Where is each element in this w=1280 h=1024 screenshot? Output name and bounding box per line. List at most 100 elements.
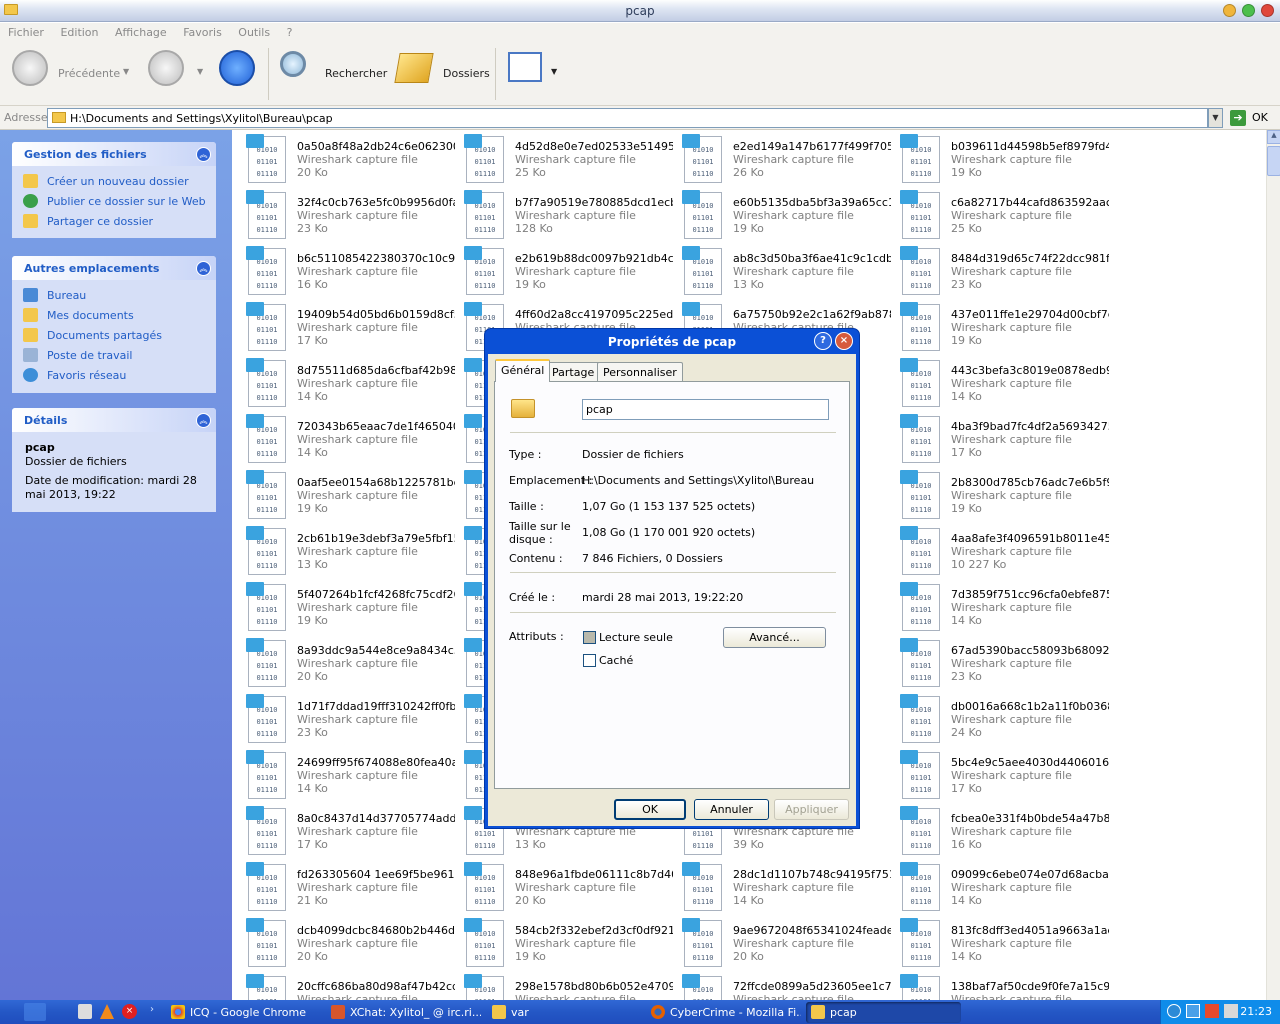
dialog-close-icon[interactable]: × xyxy=(835,332,853,350)
taskbar-item-xchat[interactable]: XChat: Xylitol_ @ irc.ri... xyxy=(326,1002,481,1023)
file-item[interactable]: 010100110101110 443c3befa3c8019e0878edb96… xyxy=(894,357,1109,409)
hidden-label[interactable]: Caché xyxy=(599,654,633,667)
search-button-label[interactable]: Rechercher xyxy=(325,67,387,80)
go-arrow-icon[interactable]: ➔ xyxy=(1230,110,1246,126)
quicklaunch-expand-icon[interactable]: › xyxy=(150,1004,154,1015)
file-item[interactable]: 01010 01101 01110 9ae9672048f65341024feadef… xyxy=(676,917,891,969)
file-item[interactable]: 01010 01101 01110 0aaf5ee0154a68b1225781bd.… xyxy=(240,469,455,521)
windows-logo-icon[interactable] xyxy=(24,1003,46,1021)
place-my-computer[interactable]: Poste de travail xyxy=(23,346,206,366)
file-item[interactable]: 010100110101110 28dc1d1107b748c94195f7518… xyxy=(676,861,891,913)
collapse-chevron-icon[interactable]: ︽ xyxy=(196,413,211,428)
file-item[interactable]: 01010 01101 01110 584cb2f332ebef2d3cf0df921… xyxy=(458,917,673,969)
file-item[interactable]: 01010 01101 01110 dcb4099dcbc84680b2b446de.… xyxy=(240,917,455,969)
file-item[interactable]: 010100110101110 e60b5135dba5bf3a39a65cc1e… xyxy=(676,189,891,241)
views-icon[interactable] xyxy=(508,52,542,82)
task-new-folder[interactable]: Créer un nouveau dossier xyxy=(23,172,206,192)
file-item[interactable]: 01010 01101 01110 720343b65eaac7de1f465040.… xyxy=(240,413,455,465)
hidden-checkbox[interactable] xyxy=(583,654,596,667)
search-icon[interactable] xyxy=(280,51,306,77)
file-item[interactable]: 01010 01101 01110 7d3859f751cc96cfa0ebfe875… xyxy=(894,581,1109,633)
readonly-checkbox[interactable] xyxy=(583,631,596,644)
file-item[interactable]: 01010 01101 01110 4ba3f9bad7fc4df2a56934275… xyxy=(894,413,1109,465)
readonly-label[interactable]: Lecture seule xyxy=(599,631,673,644)
taskbar-item-var[interactable]: var xyxy=(487,1002,642,1023)
file-item[interactable]: 010100110101110 298e1578bd80b6b052e4709e.… xyxy=(458,973,673,1000)
file-item[interactable]: 01010 01101 01110 437e011ffe1e29704d00cbf7c… xyxy=(894,301,1109,353)
close-app-icon[interactable]: × xyxy=(122,1004,137,1019)
help-icon[interactable]: ? xyxy=(814,332,832,350)
other-places-header[interactable]: Autres emplacements ︽ xyxy=(12,256,216,280)
menu-fichier[interactable]: Fichier xyxy=(8,26,44,39)
task-publish-web[interactable]: Publier ce dossier sur le Web xyxy=(23,192,206,212)
back-dropdown-icon[interactable]: ▼ xyxy=(123,67,129,76)
scroll-up-icon[interactable]: ▲ xyxy=(1267,130,1280,144)
file-item[interactable]: 010100110101110 67ad5390bacc58093b680921.… xyxy=(894,637,1109,689)
file-item[interactable]: 01010 01101 01110 8a93ddc9a544e8ce9a8434c5.… xyxy=(240,637,455,689)
file-item[interactable]: 01010 01101 01110 2cb61b19e3debf3a79e5fbf15… xyxy=(240,525,455,577)
maximize-button[interactable] xyxy=(1242,4,1255,17)
forward-arrow-icon[interactable] xyxy=(148,50,184,86)
place-shared-documents[interactable]: Documents partagés xyxy=(23,326,206,346)
file-item[interactable]: 010100110101110 ab8c3d50ba3f6ae41c9c1cdb3… xyxy=(676,245,891,297)
file-item[interactable]: 010100110101110 8a0c8437d14d37705774addc.… xyxy=(240,805,455,857)
views-dropdown-icon[interactable]: ▼ xyxy=(551,67,557,76)
file-tasks-header[interactable]: Gestion des fichiers ︽ xyxy=(12,142,216,166)
quicklaunch-app-icon[interactable] xyxy=(78,1004,92,1019)
file-item[interactable]: 01010 01101 01110 24699ff95f674088e80fea40a… xyxy=(240,749,455,801)
menu-favoris[interactable]: Favoris xyxy=(183,26,222,39)
tab-sharing[interactable]: Partage xyxy=(546,362,601,381)
tab-general[interactable]: Général xyxy=(495,359,551,382)
file-item[interactable]: 01010 01101 01110 0a50a8f48a2db24c6e062300.… xyxy=(240,133,455,185)
ok-button[interactable]: OK xyxy=(614,799,686,820)
address-dropdown-icon[interactable]: ▼ xyxy=(1208,108,1223,128)
place-network[interactable]: Favoris réseau xyxy=(23,366,206,386)
file-item[interactable]: 01010 01101 01110 19409b54d05bd6b0159d8cf5.… xyxy=(240,301,455,353)
menu-edition[interactable]: Edition xyxy=(60,26,98,39)
menu-help[interactable]: ? xyxy=(287,26,293,39)
menu-affichage[interactable]: Affichage xyxy=(115,26,167,39)
folders-icon[interactable] xyxy=(394,53,434,83)
place-desktop[interactable]: Bureau xyxy=(23,286,206,306)
folders-button-label[interactable]: Dossiers xyxy=(443,67,490,80)
taskbar-item-firefox[interactable]: CyberCrime - Mozilla Fi... xyxy=(646,1002,801,1023)
file-item[interactable]: 01010 01101 01110 848e96a1fbde06111c8b7d40.… xyxy=(458,861,673,913)
tray-volume-icon[interactable] xyxy=(1224,1004,1238,1018)
vertical-scrollbar[interactable]: ▲ xyxy=(1266,130,1280,1000)
collapse-chevron-icon[interactable]: ︽ xyxy=(196,261,211,276)
file-item[interactable]: 010100110101110 e2b619b88dc0097b921db4cd.… xyxy=(458,245,673,297)
menu-outils[interactable]: Outils xyxy=(238,26,270,39)
file-item[interactable]: 010100110101110 20cffc686ba80d98af47b42cd… xyxy=(240,973,455,1000)
forward-dropdown-icon[interactable]: ▼ xyxy=(197,67,203,76)
file-item[interactable]: 010100110101110 2b8300d785cb76adc7e6b5f92… xyxy=(894,469,1109,521)
file-item[interactable]: 010100110101110 5bc4e9c5aee4030d4406016b.… xyxy=(894,749,1109,801)
tray-back-icon[interactable] xyxy=(1167,1004,1181,1018)
details-header[interactable]: Détails ︽ xyxy=(12,408,216,432)
file-item[interactable]: 010100110101110 c6a82717b44cafd863592aaca… xyxy=(894,189,1109,241)
file-item[interactable]: 010100110101110 fd263305604 1ee69f5be9616… xyxy=(240,861,455,913)
apply-button[interactable]: Appliquer xyxy=(774,799,849,820)
file-item[interactable]: 01010 01101 01110 db0016a668c1b2a11f0b0368.… xyxy=(894,693,1109,745)
file-item[interactable]: 010100110101110 b6c511085422380370c10c94.… xyxy=(240,245,455,297)
place-my-documents[interactable]: Mes documents xyxy=(23,306,206,326)
collapse-chevron-icon[interactable]: ︽ xyxy=(196,147,211,162)
cancel-button[interactable]: Annuler xyxy=(694,799,769,820)
tray-network-icon[interactable] xyxy=(1186,1004,1200,1018)
vlc-icon[interactable] xyxy=(100,1004,114,1019)
file-item[interactable]: 010100110101110 32f4c0cb763e5fc0b9956d0fa… xyxy=(240,189,455,241)
folder-name-input[interactable]: pcap xyxy=(582,399,829,420)
address-input[interactable]: H:\Documents and Settings\Xylitol\Bureau… xyxy=(47,108,1208,128)
file-item[interactable]: 010100110101110 72ffcde0899a5d23605ee1c7f… xyxy=(676,973,891,1000)
up-folder-icon[interactable] xyxy=(219,50,255,86)
taskbar-item-chrome[interactable]: ICQ - Google Chrome xyxy=(166,1002,321,1023)
file-item[interactable]: 01010 01101 01110 5f407264b1fcf4268fc75cdf2… xyxy=(240,581,455,633)
file-item[interactable]: 010100110101110 fcbea0e331f4b0bde54a47b8c… xyxy=(894,805,1109,857)
file-item[interactable]: 01010 01101 01110 1d71f7ddad19fff310242ff0f… xyxy=(240,693,455,745)
close-button[interactable] xyxy=(1261,4,1274,17)
tab-customize[interactable]: Personnaliser xyxy=(597,362,683,381)
window-titlebar[interactable]: pcap xyxy=(0,0,1280,22)
back-arrow-icon[interactable] xyxy=(12,50,48,86)
tray-security-icon[interactable] xyxy=(1205,1004,1219,1018)
advanced-button[interactable]: Avancé... xyxy=(723,627,826,648)
file-item[interactable]: 010100110101110 b7f7a90519e780885dcd1ecb6… xyxy=(458,189,673,241)
